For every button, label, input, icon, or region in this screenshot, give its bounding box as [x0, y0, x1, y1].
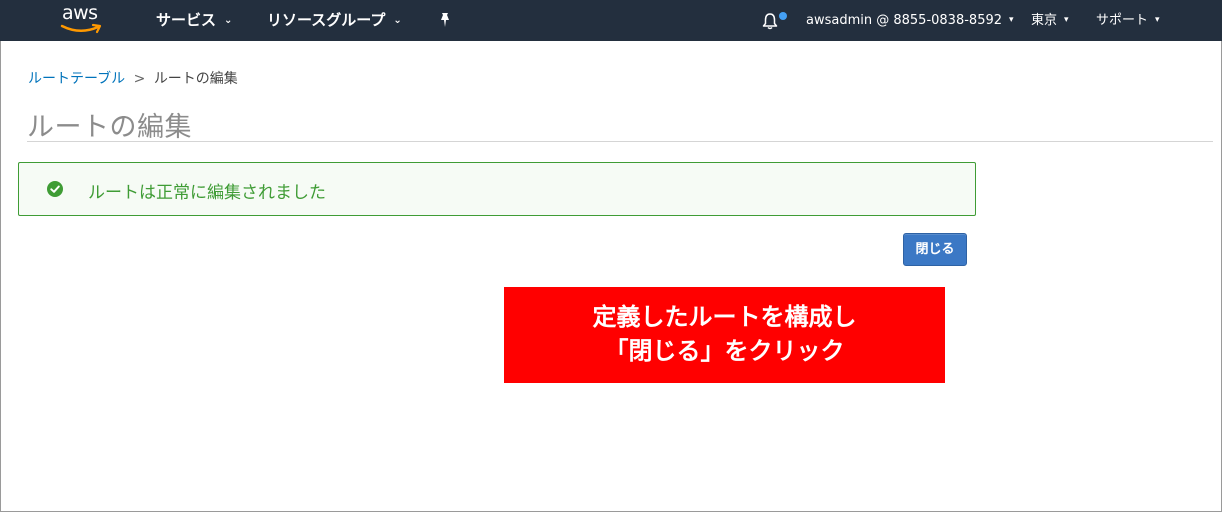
alert-message: ルートは正常に編集されました [88, 183, 326, 203]
callout-line-1: 定義したルートを構成し [592, 303, 857, 331]
account-menu[interactable]: awsadmin @ 8855-0838-8592 ▾ [806, 0, 1014, 41]
aws-smile-icon [60, 23, 102, 34]
chevron-down-icon: ▾ [1155, 15, 1160, 25]
chevron-down-icon: ▾ [1064, 15, 1069, 25]
account-label: awsadmin @ 8855-0838-8592 [806, 13, 1003, 28]
pin-icon[interactable] [437, 12, 453, 28]
aws-logo-text: aws [62, 2, 98, 24]
nav-services-menu[interactable]: サービス ⌄ [156, 0, 232, 41]
instruction-callout: 定義したルートを構成し 「閉じる」をクリック [504, 287, 945, 383]
breadcrumb-current: ルートの編集 [153, 71, 238, 87]
close-button[interactable]: 閉じる [903, 233, 967, 266]
breadcrumb-route-tables-link[interactable]: ルートテーブル [28, 71, 125, 87]
nav-resource-groups-label: リソースグループ [267, 11, 386, 29]
breadcrumb-separator: > [133, 71, 146, 87]
support-label: サポート [1096, 13, 1149, 28]
aws-logo[interactable]: aws [60, 2, 106, 36]
nav-services-label: サービス [156, 11, 217, 29]
nav-resource-groups-menu[interactable]: リソースグループ ⌄ [267, 0, 402, 41]
page-title: ルートの編集 [27, 112, 192, 143]
title-divider [27, 141, 1213, 142]
region-menu[interactable]: 東京 ▾ [1031, 0, 1069, 41]
bell-icon[interactable] [761, 12, 779, 30]
breadcrumb: ルートテーブル > ルートの編集 [28, 68, 238, 88]
notification-dot [779, 12, 787, 20]
check-circle-icon [47, 181, 63, 197]
support-menu[interactable]: サポート ▾ [1096, 0, 1160, 41]
chevron-down-icon: ⌄ [393, 15, 402, 26]
chevron-down-icon: ⌄ [224, 15, 233, 26]
chevron-down-icon: ▾ [1009, 15, 1014, 25]
top-navbar: aws サービス ⌄ リソースグループ ⌄ awsadmin @ 8855-0838… [0, 0, 1222, 41]
success-alert: ルートは正常に編集されました [18, 162, 976, 216]
region-label: 東京 [1031, 13, 1058, 28]
callout-line-2: 「閉じる」をクリック [604, 337, 845, 365]
